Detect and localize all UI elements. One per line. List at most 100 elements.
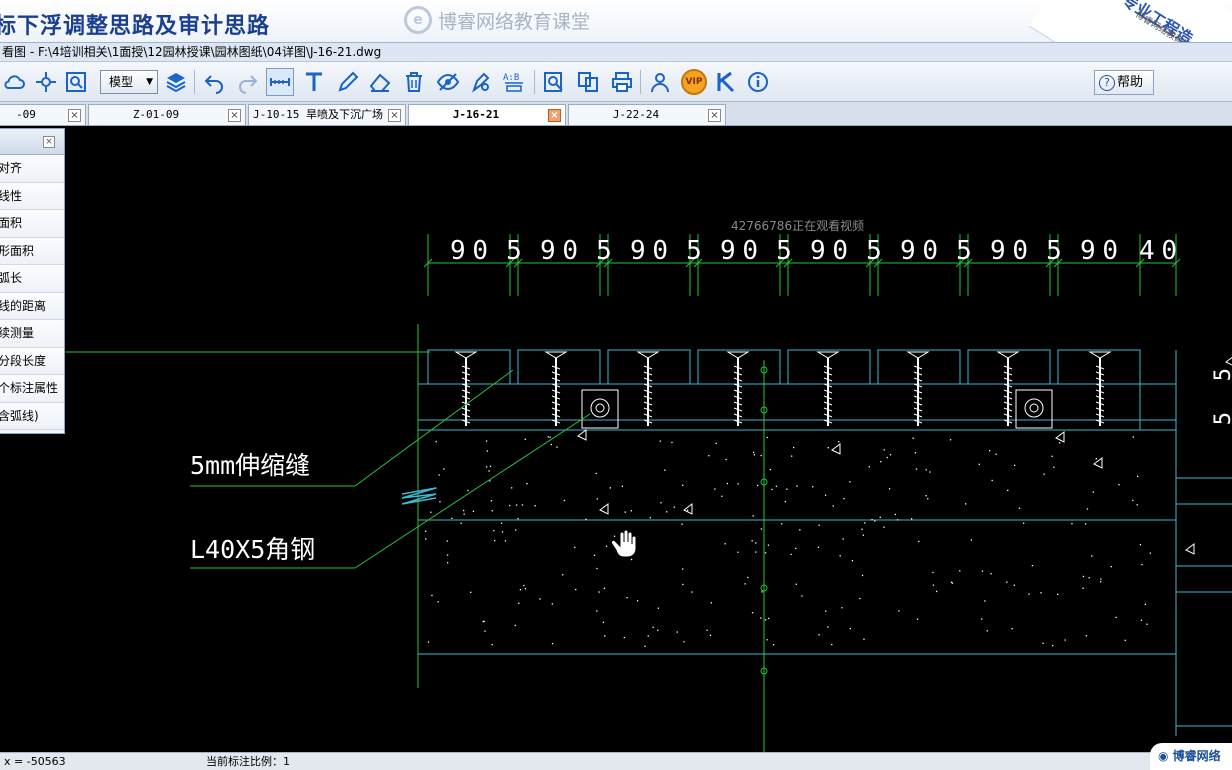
close-icon[interactable]: × xyxy=(708,109,721,122)
aggregate-dot xyxy=(681,523,683,525)
aggregate-dot xyxy=(556,446,558,448)
aggregate-dot xyxy=(630,510,632,512)
aggregate-dot xyxy=(747,576,749,579)
aggregate-dot xyxy=(849,627,851,630)
measure-item[interactable]: 形面积 xyxy=(0,237,64,265)
aggregate-dot xyxy=(1088,577,1090,579)
undo-icon[interactable] xyxy=(200,68,228,96)
aggregate-dot xyxy=(842,538,844,540)
aggregate-dot xyxy=(682,568,684,570)
aggregate-dot xyxy=(1043,473,1045,475)
aggregate-dot xyxy=(657,607,659,609)
measure-item[interactable]: 分段长度 xyxy=(0,347,64,375)
print-icon[interactable] xyxy=(608,68,636,96)
pencil-icon[interactable] xyxy=(334,68,362,96)
measure-item[interactable]: 对齐 xyxy=(0,155,64,183)
aggregate-dot xyxy=(991,479,993,482)
aggregate-dot xyxy=(551,603,553,605)
aggregate-dot xyxy=(879,516,881,518)
measure-item-label: 形面积 xyxy=(0,243,35,258)
measure-item[interactable]: 个标注属性 xyxy=(0,375,64,403)
aggregate-dot xyxy=(841,607,843,609)
measure-item[interactable]: 含弧线) xyxy=(0,402,64,430)
measure-item[interactable]: 面积 xyxy=(0,210,64,238)
close-icon[interactable]: × xyxy=(68,109,81,122)
close-icon[interactable]: × xyxy=(388,109,401,122)
measure-item-label: 线性 xyxy=(0,188,23,203)
settings-pen-icon[interactable] xyxy=(466,68,494,96)
close-icon[interactable]: × xyxy=(228,109,241,122)
aggregate-dot xyxy=(851,560,854,562)
aggregate-dot xyxy=(737,551,739,553)
close-icon[interactable]: × xyxy=(43,136,55,148)
aggregate-dot xyxy=(439,501,441,503)
measure-item[interactable]: 线的距离 xyxy=(0,292,64,320)
drawing-canvas[interactable]: 90 5 90 5 90 5 90 5 90 5 90 5 90 5 90 40 5 5 5mm伸缩缝 L40X5角钢… xyxy=(0,126,1232,752)
aggregate-dot xyxy=(978,463,980,465)
tab-doc[interactable]: -09 × xyxy=(0,104,86,126)
aggregate-dot xyxy=(1011,628,1013,630)
aggregate-dot xyxy=(818,634,820,636)
aggregate-dot xyxy=(784,500,786,503)
hide-icon[interactable] xyxy=(434,68,462,96)
info-icon[interactable] xyxy=(744,68,772,96)
aggregate-dot xyxy=(897,519,899,521)
measure-item[interactable]: 弧长 xyxy=(0,265,64,293)
aggregate-dot xyxy=(687,509,689,511)
aggregate-dot xyxy=(768,617,770,620)
trash-icon[interactable] xyxy=(400,68,428,96)
vip-icon[interactable]: VIP xyxy=(680,68,708,96)
aggregate-dot xyxy=(515,504,518,506)
user-icon[interactable] xyxy=(646,68,674,96)
aggregate-dot xyxy=(500,522,503,524)
text-replace-icon[interactable]: A:B xyxy=(500,68,528,96)
aggregate-dot xyxy=(671,441,673,444)
layers-icon[interactable] xyxy=(162,68,190,96)
aggregate-dot xyxy=(596,498,598,500)
window-title-path: 看图 - F:\4培训相关\1面授\12园林授课\园林图纸\04详图\J-16-… xyxy=(0,42,1232,62)
aggregate-dot xyxy=(1095,458,1097,460)
tab-label: Z-01-09 xyxy=(132,108,180,121)
aggregate-dot xyxy=(831,643,833,646)
text-icon[interactable] xyxy=(300,68,328,96)
aggregate-dot xyxy=(660,502,662,504)
aggregate-dot xyxy=(467,489,469,492)
aggregate-dot xyxy=(1100,578,1102,580)
aggregate-dot xyxy=(916,618,919,620)
joint-label: 5mm伸缩缝 xyxy=(190,451,310,480)
model-select[interactable]: 模型 ▼ xyxy=(100,70,158,94)
aggregate-dot xyxy=(539,598,541,600)
help-button[interactable]: ? 帮助 xyxy=(1094,70,1154,95)
aggregate-dot xyxy=(1092,491,1094,493)
aggregate-dot xyxy=(438,474,440,476)
tab-doc[interactable]: Z-01-09 × xyxy=(88,104,246,126)
aggregate-dot xyxy=(1149,552,1151,554)
measure-item[interactable]: 线性 xyxy=(0,182,64,210)
k-brand-icon[interactable] xyxy=(712,68,740,96)
zoom-extents-icon[interactable] xyxy=(62,68,90,96)
tab-active[interactable]: J-16-21 × xyxy=(408,104,566,126)
aggregate-dot xyxy=(514,624,516,627)
aggregate-dot xyxy=(744,583,746,585)
measure-item-label: 个标注属性 xyxy=(0,381,59,395)
tab-doc[interactable]: J-10-15 旱喷及下沉广场 × xyxy=(248,104,406,126)
structure-lines xyxy=(0,324,1232,752)
redo-icon[interactable] xyxy=(234,68,262,96)
copy-compare-icon[interactable] xyxy=(574,68,602,96)
aggregate-dot xyxy=(574,546,576,549)
tab-doc[interactable]: J-22-24 × xyxy=(568,104,726,126)
measure-tool-icon[interactable] xyxy=(266,68,294,96)
eraser-icon[interactable] xyxy=(366,68,394,96)
aggregate-dot xyxy=(666,511,668,513)
pan-icon[interactable] xyxy=(32,68,60,96)
find-icon[interactable] xyxy=(540,68,568,96)
angle-label: L40X5角钢 xyxy=(190,535,315,564)
close-icon[interactable]: × xyxy=(548,109,561,122)
aggregate-dot xyxy=(751,540,753,542)
screw-head xyxy=(906,351,930,359)
aggregate-dot xyxy=(657,629,659,631)
measure-item[interactable]: 续测量 xyxy=(0,320,64,348)
cloud-icon[interactable] xyxy=(0,68,28,96)
aggregate-dot xyxy=(986,630,988,632)
aggregate-dot xyxy=(630,558,633,561)
